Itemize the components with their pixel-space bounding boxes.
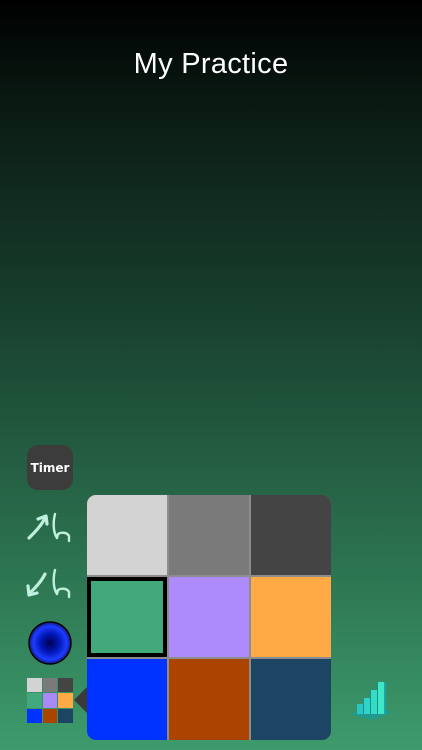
swatch-navy[interactable] bbox=[251, 659, 331, 740]
mini-grid-cell bbox=[58, 678, 73, 693]
color-palette bbox=[87, 495, 331, 740]
mini-grid-cell bbox=[27, 693, 42, 708]
arrow-up-curve-icon[interactable] bbox=[25, 508, 75, 546]
swatch-dark-gray[interactable] bbox=[251, 495, 331, 575]
mini-grid-cell bbox=[42, 678, 58, 693]
swatch-lavender[interactable] bbox=[169, 577, 249, 657]
bar-chart-icon[interactable] bbox=[349, 676, 395, 722]
swatch-blue[interactable] bbox=[87, 659, 167, 740]
swatch-gray[interactable] bbox=[169, 495, 249, 575]
mini-grid-cell bbox=[58, 693, 73, 708]
mini-grid-cell bbox=[42, 708, 58, 723]
blue-circle-icon[interactable] bbox=[28, 621, 72, 665]
swatch-rust[interactable] bbox=[169, 659, 249, 740]
mini-grid-cell bbox=[58, 708, 73, 723]
timer-button-label: Timer bbox=[30, 460, 70, 475]
swatch-light-gray[interactable] bbox=[87, 495, 167, 575]
mini-grid-cell bbox=[42, 693, 58, 708]
swatch-orange[interactable] bbox=[251, 577, 331, 657]
mini-grid-cell bbox=[27, 708, 42, 723]
page-title: My Practice bbox=[133, 48, 289, 80]
color-grid-icon[interactable] bbox=[27, 678, 73, 723]
swatch-green[interactable] bbox=[87, 577, 167, 657]
palette-pointer bbox=[74, 686, 88, 714]
arrow-down-curve-icon[interactable] bbox=[25, 564, 75, 602]
mini-grid-cell bbox=[27, 678, 42, 693]
timer-button[interactable]: Timer bbox=[27, 445, 73, 490]
